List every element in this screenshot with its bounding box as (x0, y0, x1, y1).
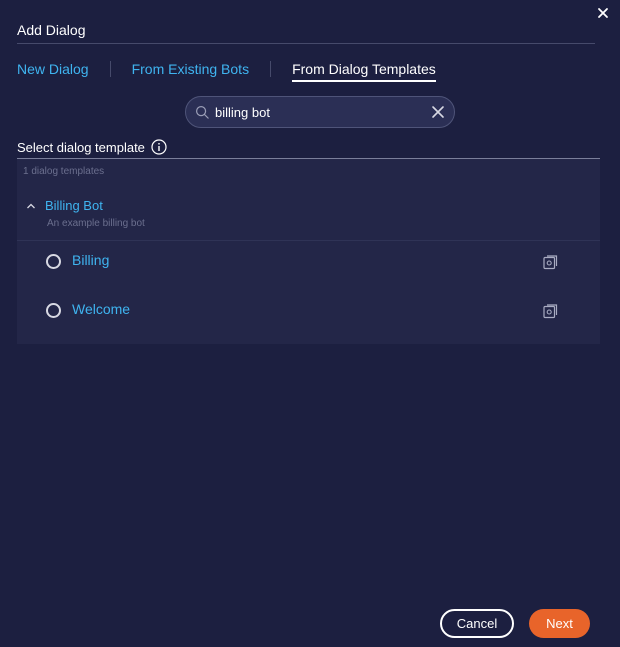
add-dialog-modal: Add Dialog New Dialog From Existing Bots… (0, 0, 620, 647)
tab-separator (109, 61, 111, 77)
group-description: An example billing bot (47, 218, 145, 229)
tab-separator (270, 61, 272, 77)
preview-icon[interactable] (543, 255, 558, 270)
close-button[interactable] (595, 5, 611, 21)
group-name: Billing Bot (45, 198, 103, 213)
template-name: Welcome (72, 301, 131, 317)
section-label: Select dialog template (17, 139, 167, 155)
tab-new-dialog[interactable]: New Dialog (17, 61, 89, 77)
template-search (185, 96, 455, 128)
search-icon (195, 105, 209, 119)
tab-bar: New Dialog From Existing Bots From Dialo… (17, 57, 436, 82)
chevron-up-icon (27, 203, 35, 209)
close-icon (598, 8, 608, 18)
radio-billing[interactable] (46, 254, 61, 269)
template-name: Billing (72, 252, 110, 268)
clear-icon[interactable] (431, 105, 445, 119)
cancel-button[interactable]: Cancel (440, 609, 514, 638)
template-group-billing-bot[interactable]: Billing Bot An example billing bot (17, 192, 600, 240)
template-item-welcome[interactable]: Welcome (17, 290, 600, 330)
section-label-text: Select dialog template (17, 139, 145, 155)
search-input[interactable] (215, 102, 425, 122)
template-list: 1 dialog templates Billing Bot An exampl… (17, 159, 600, 344)
next-button[interactable]: Next (529, 609, 590, 638)
dialog-title: Add Dialog (17, 22, 86, 38)
template-count: 1 dialog templates (23, 166, 105, 177)
preview-icon[interactable] (543, 304, 558, 319)
template-item-billing[interactable]: Billing (17, 241, 600, 281)
radio-welcome[interactable] (46, 303, 61, 318)
info-icon[interactable] (151, 139, 167, 155)
tab-from-existing-bots[interactable]: From Existing Bots (132, 61, 249, 77)
tab-from-dialog-templates[interactable]: From Dialog Templates (292, 61, 436, 82)
title-divider (17, 43, 595, 44)
